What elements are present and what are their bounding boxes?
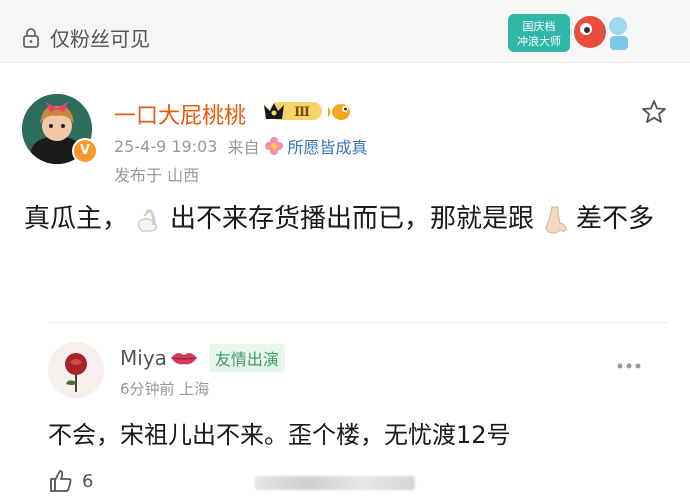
level-badge-icon: Ⅲ xyxy=(264,102,322,120)
lock-icon xyxy=(23,27,39,48)
rose-avatar-image xyxy=(48,342,104,398)
post-time: 25-4-9 19:03 xyxy=(114,136,218,156)
post-username[interactable]: 一口大屁桃桃 xyxy=(114,98,246,130)
reply-divider xyxy=(48,322,668,323)
swan-icon xyxy=(138,208,158,231)
like-count: 6 xyxy=(82,470,94,492)
source-prefix: 来自 xyxy=(227,138,260,157)
friend-tag: 友情出演 xyxy=(208,344,285,372)
post-text-part1: 真瓜主， xyxy=(24,204,129,234)
lips-icon xyxy=(170,353,197,365)
like-button[interactable]: 6 xyxy=(48,468,93,494)
thumbs-up-icon xyxy=(50,470,72,492)
post-location: 发布于 山西 xyxy=(114,166,200,185)
top-bar: 仅粉丝可见 国庆档 冲浪大师 xyxy=(0,0,690,62)
visibility-label: 仅粉丝可见 xyxy=(50,27,150,51)
reply-meta: 6分钟前 上海 xyxy=(120,380,210,398)
reply-content: 不会，宋祖儿出不来。歪个楼，无忧渡12号 xyxy=(48,421,511,449)
post-meta: 25-4-9 19:03 来自 所愿皆成真 xyxy=(114,134,368,158)
verified-badge: V xyxy=(72,138,98,164)
post-text-part3: 差不多 xyxy=(576,204,655,234)
post-text-part2: 出不来存货播出而已，那就是跟 xyxy=(170,204,535,234)
reply-header: Miya 友情出演 xyxy=(120,344,285,372)
blurred-watermark xyxy=(255,476,415,490)
svg-text:国庆档: 国庆档 xyxy=(523,19,556,33)
more-options-icon[interactable] xyxy=(616,362,642,370)
svg-text:冲浪大师: 冲浪大师 xyxy=(517,34,561,48)
svg-text:Ⅲ: Ⅲ xyxy=(294,105,310,120)
promo-badge-icon[interactable]: 国庆档 冲浪大师 xyxy=(508,8,638,56)
fish-badge-icon xyxy=(328,104,350,120)
favorite-star-icon[interactable] xyxy=(640,98,668,126)
reply-username[interactable]: Miya xyxy=(120,346,167,370)
reply-avatar[interactable] xyxy=(48,342,104,398)
source-link[interactable]: 所愿皆成真 xyxy=(287,134,367,158)
top-divider xyxy=(0,62,690,63)
post-content: 真瓜主， 出不来存货播出而已，那就是跟 差不多 xyxy=(24,198,664,240)
nose-icon xyxy=(545,206,567,234)
flower-icon xyxy=(265,137,284,155)
visibility-indicator: 仅粉丝可见 xyxy=(20,23,150,52)
